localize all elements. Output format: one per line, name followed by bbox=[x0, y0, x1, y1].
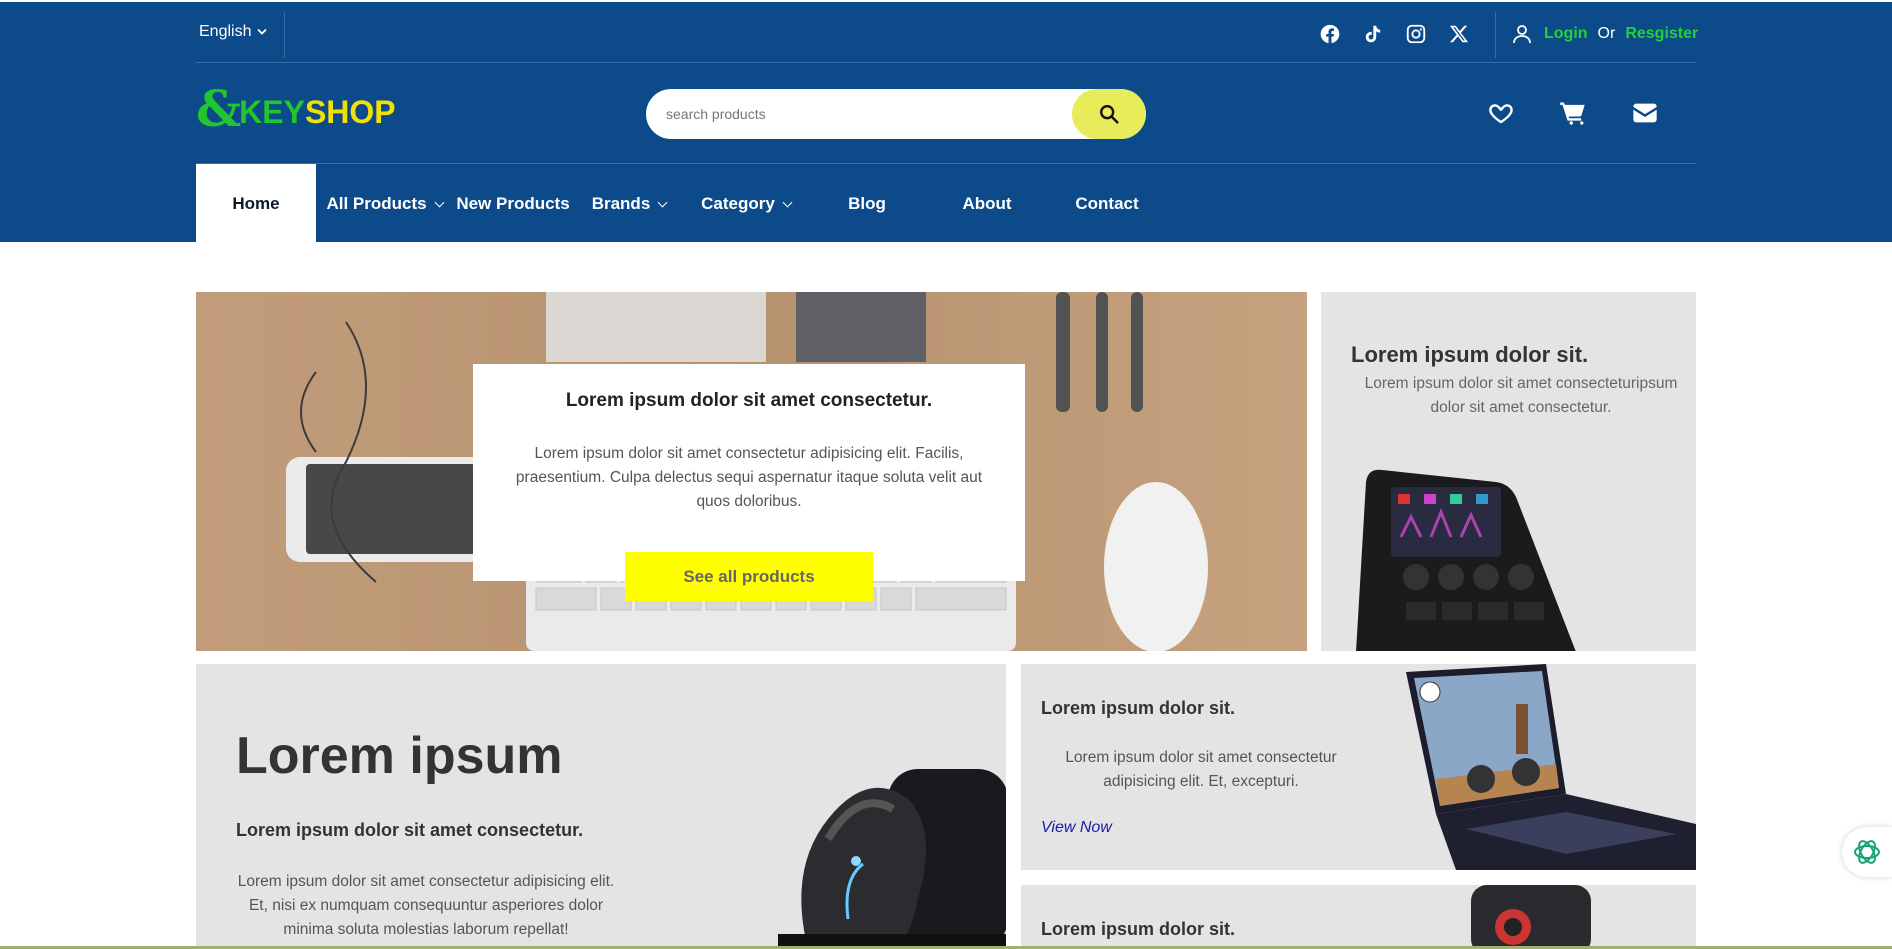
instagram-icon[interactable] bbox=[1404, 22, 1428, 46]
nav-item-home[interactable]: Home bbox=[196, 164, 316, 244]
laptop-card: Lorem ipsum dolor sit. Lorem ipsum dolor… bbox=[1021, 664, 1696, 870]
hero-text: Lorem ipsum dolor sit amet consectetur a… bbox=[515, 445, 983, 510]
bottom-product-card: Lorem ipsum dolor sit. bbox=[1021, 885, 1696, 949]
hero-banner: Lorem ipsum dolor sit amet consectetur. … bbox=[196, 292, 1307, 651]
search-input[interactable] bbox=[646, 89, 1066, 139]
nav-item-all-products[interactable]: All Products bbox=[316, 164, 453, 244]
chevron-down-icon bbox=[657, 197, 668, 207]
nav-item-contact[interactable]: Contact bbox=[1047, 164, 1167, 244]
mail-icon[interactable] bbox=[1630, 98, 1660, 128]
social-links bbox=[1318, 22, 1471, 46]
nav-label: Home bbox=[232, 194, 280, 213]
laptop-card-title: Lorem ipsum dolor sit. bbox=[1041, 698, 1236, 718]
camera-image bbox=[1471, 885, 1591, 949]
language-label: English bbox=[199, 23, 252, 40]
hero-card: Lorem ipsum dolor sit amet consectetur. … bbox=[473, 364, 1025, 581]
facebook-icon[interactable] bbox=[1318, 22, 1342, 46]
nav-item-new-products[interactable]: New Products bbox=[453, 164, 573, 244]
site-header: English Login Or Resgister & KEY SHOP se… bbox=[0, 0, 1892, 244]
logo-key: KEY bbox=[239, 93, 305, 130]
see-all-products-button[interactable]: See all products bbox=[625, 552, 873, 601]
x-icon[interactable] bbox=[1447, 22, 1471, 46]
chevron-down-icon bbox=[434, 197, 445, 207]
nav-label: Category bbox=[701, 194, 775, 213]
top-bar: English Login Or Resgister bbox=[196, 4, 1698, 63]
hero-title: Lorem ipsum dolor sit amet consectetur. bbox=[565, 390, 933, 411]
account-links: Login Or Resgister bbox=[1510, 22, 1698, 46]
promo-heading: Lorem ipsum bbox=[236, 727, 563, 785]
nav-item-blog[interactable]: Blog bbox=[807, 164, 927, 244]
login-link[interactable]: Login bbox=[1544, 25, 1588, 43]
side-card-text: Lorem ipsum dolor sit amet consecteturip… bbox=[1364, 375, 1678, 416]
nav-item-about[interactable]: About bbox=[927, 164, 1047, 244]
side-card-title: Lorem ipsum dolor sit. bbox=[1351, 342, 1589, 367]
stream-deck-image bbox=[1356, 469, 1576, 651]
search-button[interactable] bbox=[1072, 89, 1146, 139]
main-nav: Home All Products New Products Brands Ca… bbox=[196, 164, 1167, 244]
or-label: Or bbox=[1597, 25, 1616, 42]
earbuds-image bbox=[778, 769, 1006, 949]
nav-item-category[interactable]: Category bbox=[685, 164, 807, 244]
language-selector[interactable]: English bbox=[199, 23, 268, 41]
user-icon bbox=[1513, 25, 1531, 44]
header-actions bbox=[1486, 98, 1660, 128]
search-bar bbox=[646, 89, 1146, 139]
logo-ampersand: & bbox=[196, 79, 242, 138]
chevron-down-icon bbox=[782, 197, 793, 207]
nav-label: New Products bbox=[456, 194, 570, 213]
tiktok-icon[interactable] bbox=[1361, 22, 1385, 46]
register-link[interactable]: Resgister bbox=[1625, 25, 1698, 43]
logo-shop: SHOP bbox=[304, 93, 396, 130]
nav-label: All Products bbox=[326, 194, 427, 213]
view-now-link[interactable]: View Now bbox=[1041, 819, 1112, 837]
chat-widget-button[interactable] bbox=[1842, 827, 1892, 877]
nav-label: Blog bbox=[848, 194, 886, 213]
laptop-image bbox=[1406, 664, 1696, 870]
chevron-down-icon bbox=[257, 28, 268, 35]
nav-item-brands[interactable]: Brands bbox=[573, 164, 685, 244]
divider bbox=[284, 12, 285, 58]
site-logo[interactable]: & KEY SHOP bbox=[196, 84, 396, 134]
cart-icon[interactable] bbox=[1558, 98, 1588, 128]
promo-subheading: Lorem ipsum dolor sit amet consectetur. bbox=[236, 820, 584, 840]
nav-label: Contact bbox=[1075, 194, 1139, 213]
promo-banner: Lorem ipsum Lorem ipsum dolor sit amet c… bbox=[196, 664, 1006, 949]
nav-label: Brands bbox=[591, 194, 651, 213]
search-icon bbox=[1100, 105, 1119, 124]
openai-icon bbox=[1854, 840, 1880, 864]
heart-icon[interactable] bbox=[1486, 98, 1516, 128]
side-product-card[interactable]: Lorem ipsum dolor sit. Lorem ipsum dolor… bbox=[1321, 292, 1696, 651]
divider bbox=[1495, 12, 1496, 58]
bottom-card-title: Lorem ipsum dolor sit. bbox=[1041, 919, 1236, 939]
laptop-card-text: Lorem ipsum dolor sit amet consectetur a… bbox=[1065, 749, 1337, 790]
promo-text: Lorem ipsum dolor sit amet consectetur a… bbox=[237, 873, 615, 938]
nav-label: About bbox=[962, 194, 1012, 213]
